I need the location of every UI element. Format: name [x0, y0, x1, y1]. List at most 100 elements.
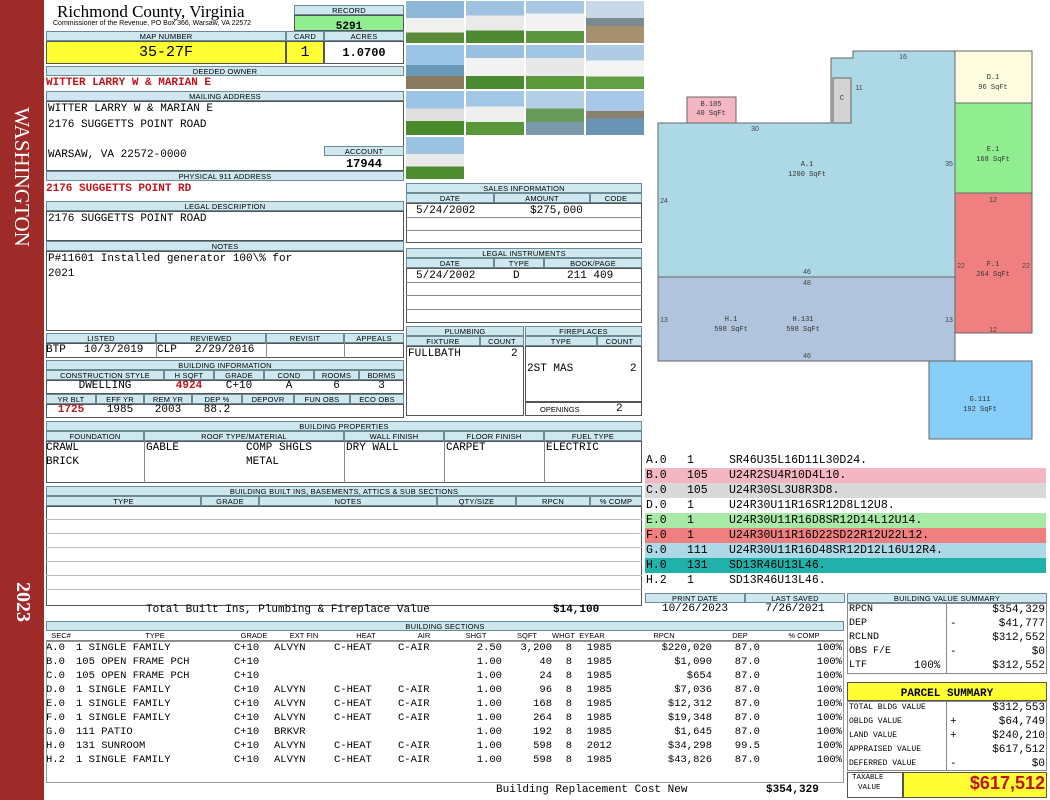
- ps-obldg: $64,749: [998, 716, 1045, 728]
- openings-count: 2: [616, 403, 623, 415]
- physical-address: 2176 SUGGETTS POINT RD: [46, 183, 192, 195]
- house-photo-8: [585, 44, 645, 90]
- card-box: 1: [286, 41, 324, 64]
- sketch-code-row: G.0 111 U24R30U11R16D48SR12D12L16U12R4.: [645, 543, 1046, 558]
- bdrms-header: BDRMS: [359, 370, 404, 380]
- revisit-label: REVISIT: [266, 333, 344, 343]
- commissioner-address: Commissioner of the Revenue, PO Box 366,…: [53, 20, 252, 27]
- building-condition: A: [285, 380, 293, 392]
- sales-info-label: SALES INFORMATION: [406, 183, 642, 193]
- ps-bldg-label: TOTAL BLDG VALUE: [849, 703, 926, 712]
- sketch-label-c: C: [840, 95, 844, 103]
- sales-date-header: DATE: [406, 193, 494, 203]
- sketch-code-cell: 1: [687, 499, 694, 512]
- dim-22a: 22: [957, 263, 965, 270]
- mailing-line-2: 2176 SUGGETTS POINT ROAD: [48, 119, 207, 131]
- listed-label: LISTED: [46, 333, 156, 343]
- building-properties-label: BUILDING PROPERTIES: [46, 421, 642, 431]
- sketch-code-cell: U24R30U11R16SR12D8L12U8.: [729, 499, 895, 512]
- rooms-count: 6: [333, 380, 340, 392]
- sections-table: [46, 641, 844, 783]
- sketch-code-row: B.0 105 U24R2SU4R10D4L10.: [645, 468, 1046, 483]
- inst-date: 5/24/2002: [416, 270, 476, 282]
- replacement-cost-label: Building Replacement Cost New: [496, 784, 688, 796]
- reviewed-date: 2/29/2016: [195, 344, 255, 356]
- house-photo-13: [405, 136, 465, 180]
- legal-description: 2176 SUGGETTS POINT ROAD: [48, 213, 207, 225]
- sketch-code-cell: H.0: [646, 559, 667, 572]
- district-name: WASHINGTON: [10, 107, 34, 247]
- section-col-header: SHGT: [450, 631, 502, 641]
- sketch-label-a: A.1: [801, 161, 814, 169]
- sketch-code-cell: H.2: [646, 574, 667, 587]
- card-label: CARD: [286, 31, 324, 41]
- roof-header: ROOF TYPE/MATERIAL: [144, 431, 344, 441]
- vs-dep: $41,777: [998, 618, 1045, 630]
- dim-12b: 12: [989, 327, 997, 334]
- year-built: 1725: [57, 404, 85, 416]
- section-col-header: SQFT: [502, 631, 552, 641]
- section-col-header: TYPE: [76, 631, 234, 641]
- reviewed-by: CLP: [157, 344, 177, 356]
- wall-header: WALL FINISH: [344, 431, 444, 441]
- bi-notes-header: NOTES: [259, 496, 437, 506]
- building-sections-label: BUILDING SECTIONS: [46, 621, 844, 631]
- yrblt-header: YR BLT: [46, 394, 96, 404]
- house-photo-6: [465, 44, 525, 90]
- vs-ltf: $312,552: [992, 660, 1045, 672]
- sketch-area-g: 192 SqFt: [963, 406, 997, 414]
- fireplace-count: 2: [630, 363, 637, 375]
- sketch-area-h2: 598 SqFt: [786, 326, 820, 334]
- sketch-area-e: 168 SqFt: [976, 156, 1010, 164]
- fireplace-type: 2ST MAS: [527, 363, 574, 375]
- inst-type: D: [513, 270, 520, 282]
- sketch-code-cell: 1: [687, 454, 694, 467]
- parcel-summary-title: PARCEL SUMMARY: [900, 688, 994, 700]
- house-photo-3: [525, 0, 585, 44]
- dim-22b: 22: [1022, 263, 1030, 270]
- inst-type-header: TYPE: [494, 258, 544, 268]
- effective-year: 1985: [106, 404, 134, 416]
- built-ins-label: BUILDING BUILT INS, BASEMENTS, ATTICS & …: [46, 486, 642, 496]
- effyr-header: EFF YR: [96, 394, 144, 404]
- house-photo-2: [465, 0, 525, 44]
- mailing-line-3: WARSAW, VA 22572-0000: [48, 149, 187, 161]
- house-photo-5: [405, 44, 465, 90]
- house-photo-4: [585, 0, 645, 44]
- ps-deferred: $0: [1031, 758, 1045, 770]
- openings-label: OPENINGS: [540, 405, 580, 414]
- dim-48: 48: [803, 280, 811, 287]
- dim-13a: 13: [660, 317, 668, 324]
- sketch-code-row: A.0 1 SR46U35L16D11L30D24.: [645, 453, 1046, 468]
- foundation-1: CRAWL: [46, 442, 80, 454]
- sketch-code-cell: D.0: [646, 499, 667, 512]
- sale-amount: $275,000: [530, 205, 583, 217]
- bi-rpcn-header: RPCN: [516, 496, 590, 506]
- dim-13b: 13: [945, 317, 953, 324]
- section-col-header: AIR: [398, 631, 450, 641]
- remodel-year: 2003: [154, 404, 182, 416]
- fireplaces-label: FIREPLACES: [525, 326, 642, 336]
- rooms-header: ROOMS: [314, 370, 359, 380]
- acres-label: ACRES: [324, 31, 404, 41]
- bi-qty-header: QTY/SIZE: [437, 496, 516, 506]
- section-col-header: EXT FIN: [274, 631, 334, 641]
- roof-material-1: COMP SHGLS: [246, 442, 313, 454]
- plumbing-label: PLUMBING: [406, 326, 524, 336]
- map-number: 35-27F: [138, 44, 193, 61]
- house-photo-7: [525, 44, 585, 90]
- dim-16: 16: [899, 54, 907, 61]
- plumbing-fixture: FULLBATH: [408, 348, 461, 360]
- ps-bldg: $312,553: [992, 702, 1045, 714]
- sketch-code-cell: G.0: [646, 544, 667, 557]
- built-ins-table: [46, 506, 642, 606]
- sketch-area-b: 40 SqFt: [696, 110, 725, 118]
- plumb-count-header: COUNT: [480, 336, 524, 346]
- bi-comp-header: % COMP: [590, 496, 642, 506]
- sale-date: 5/24/2002: [416, 205, 476, 217]
- dep-header: DEP %: [192, 394, 242, 404]
- account-number: 17944: [345, 157, 382, 171]
- fp-count-header: COUNT: [597, 336, 642, 346]
- record-value: 5291: [294, 15, 404, 33]
- ps-deferred-label: DEFERRED VALUE: [849, 759, 917, 768]
